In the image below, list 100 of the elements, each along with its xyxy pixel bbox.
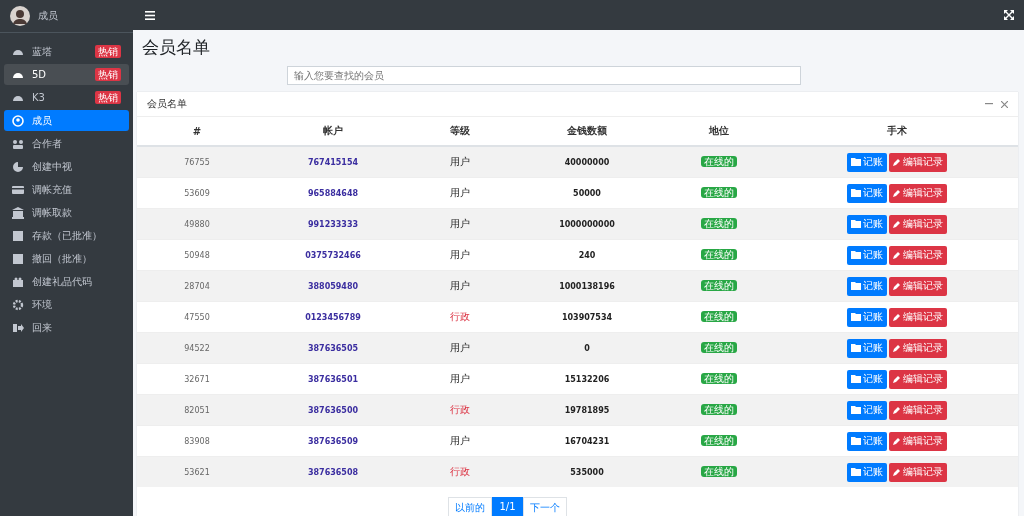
- sidebar-item[interactable]: 撤回（批准）: [4, 248, 129, 269]
- edit-button[interactable]: 编辑记录: [888, 152, 947, 172]
- page-link[interactable]: 下一个: [522, 497, 567, 516]
- account-link[interactable]: 387636505: [307, 343, 359, 353]
- sidebar-item[interactable]: 创建中视: [4, 156, 129, 177]
- column-header: 金钱数额: [567, 125, 607, 136]
- card-title: 会员名单: [147, 97, 187, 111]
- pencil-icon: [892, 375, 901, 383]
- table-cell: 1000138196: [559, 281, 615, 291]
- column-header: 手术: [886, 125, 907, 136]
- record-button[interactable]: 记账: [846, 152, 887, 172]
- folder-icon: [850, 344, 861, 352]
- table-cell: 用户: [450, 249, 470, 260]
- account-link[interactable]: 0123456789: [305, 312, 361, 322]
- status-badge: 在线的: [701, 280, 737, 291]
- edit-button[interactable]: 编辑记录: [888, 245, 947, 265]
- sidebar-item[interactable]: 5D 热销: [4, 64, 129, 85]
- edit-button[interactable]: 编辑记录: [888, 183, 947, 203]
- status-badge: 在线的: [701, 187, 737, 198]
- pencil-icon: [892, 220, 901, 228]
- table-cell: 47550: [184, 312, 210, 322]
- users-icon: [12, 137, 24, 150]
- status-badge: 在线的: [701, 435, 737, 446]
- account-link[interactable]: 767415154: [307, 157, 359, 167]
- table-cell: 用户: [450, 218, 470, 229]
- account-link[interactable]: 387636501: [307, 374, 359, 384]
- account-link[interactable]: 991233333: [307, 219, 359, 229]
- sidebar-item[interactable]: 蓝塔 热销: [4, 41, 129, 62]
- record-button[interactable]: 记账: [846, 183, 887, 203]
- table-cell: 76755: [184, 157, 210, 167]
- sidebar-item[interactable]: 调帐充值: [4, 179, 129, 200]
- account-link[interactable]: 0375732466: [305, 250, 361, 260]
- folder-icon: [850, 158, 861, 166]
- record-button[interactable]: 记账: [846, 369, 887, 389]
- edit-button[interactable]: 编辑记录: [888, 338, 947, 358]
- record-button[interactable]: 记账: [846, 400, 887, 420]
- sidebar-item[interactable]: K3 热销: [4, 87, 129, 108]
- folder-icon: [850, 406, 861, 414]
- sidebar-item[interactable]: 创建礼品代码: [4, 271, 129, 292]
- account-link[interactable]: 387636500: [307, 405, 359, 415]
- pencil-icon: [892, 189, 901, 197]
- folder-icon: [850, 282, 861, 290]
- minimize-icon[interactable]: [985, 103, 993, 105]
- record-button[interactable]: 记账: [846, 431, 887, 451]
- status-badge: 在线的: [701, 156, 737, 167]
- sidebar-item[interactable]: 环境: [4, 294, 129, 315]
- status-badge: 在线的: [701, 311, 737, 322]
- column-header: 地位: [709, 125, 729, 136]
- record-button[interactable]: 记账: [846, 214, 887, 234]
- edit-button[interactable]: 编辑记录: [888, 400, 947, 420]
- sidebar-item[interactable]: 调帐取款: [4, 202, 129, 223]
- table-cell: 16704231: [564, 436, 610, 446]
- record-button[interactable]: 记账: [846, 338, 887, 358]
- column-header: 等级: [450, 125, 470, 136]
- menu-icon[interactable]: [145, 10, 155, 20]
- fullscreen-icon[interactable]: [1004, 10, 1014, 20]
- edit-button[interactable]: 编辑记录: [888, 431, 947, 451]
- user-icon: [12, 114, 24, 127]
- table-cell: 53609: [184, 188, 210, 198]
- record-button[interactable]: 记账: [846, 245, 887, 265]
- pencil-icon: [892, 406, 901, 414]
- pencil-icon: [892, 468, 901, 476]
- page-link[interactable]: 1/1: [492, 497, 523, 516]
- edit-button[interactable]: 编辑记录: [888, 214, 947, 234]
- sidebar-item[interactable]: 成员: [4, 110, 129, 131]
- table-cell: 82051: [184, 405, 210, 415]
- record-button[interactable]: 记账: [846, 276, 887, 296]
- status-badge: 在线的: [701, 466, 737, 477]
- sidebar-item[interactable]: 合作者: [4, 133, 129, 154]
- record-button[interactable]: 记账: [846, 462, 887, 482]
- sidebar-item[interactable]: 存款（已批准）: [4, 225, 129, 246]
- edit-button[interactable]: 编辑记录: [888, 307, 947, 327]
- pencil-icon: [892, 344, 901, 352]
- record-button[interactable]: 记账: [846, 307, 887, 327]
- account-link[interactable]: 387636509: [307, 436, 359, 446]
- table-cell: 103907534: [561, 312, 613, 322]
- account-link[interactable]: 965884648: [307, 188, 359, 198]
- table-cell: 15132206: [564, 374, 610, 384]
- edit-button[interactable]: 编辑记录: [888, 276, 947, 296]
- folder-icon: [850, 251, 861, 259]
- hot-badge: 热销: [95, 68, 121, 81]
- edit-button[interactable]: 编辑记录: [888, 369, 947, 389]
- status-badge: 在线的: [701, 404, 737, 415]
- account-link[interactable]: 387636508: [307, 467, 359, 477]
- account-link[interactable]: 388059480: [307, 281, 359, 291]
- status-badge: 在线的: [701, 249, 737, 260]
- status-badge: 在线的: [701, 373, 737, 384]
- page-link[interactable]: 以前的: [448, 497, 493, 516]
- status-badge: 在线的: [701, 218, 737, 229]
- close-icon[interactable]: [1001, 100, 1008, 108]
- table-cell: 用户: [450, 156, 470, 167]
- sidebar-item[interactable]: 回来: [4, 317, 129, 338]
- edit-button[interactable]: 编辑记录: [888, 462, 947, 482]
- column-header: 帐户: [323, 125, 343, 136]
- table-cell: 0: [584, 343, 590, 353]
- search-field[interactable]: 输入您要查找的会员: [286, 66, 801, 85]
- table-cell: 用户: [450, 280, 470, 291]
- exit-icon: [12, 321, 24, 334]
- bank-icon: [12, 206, 24, 219]
- table-cell: 1000000000: [559, 219, 615, 229]
